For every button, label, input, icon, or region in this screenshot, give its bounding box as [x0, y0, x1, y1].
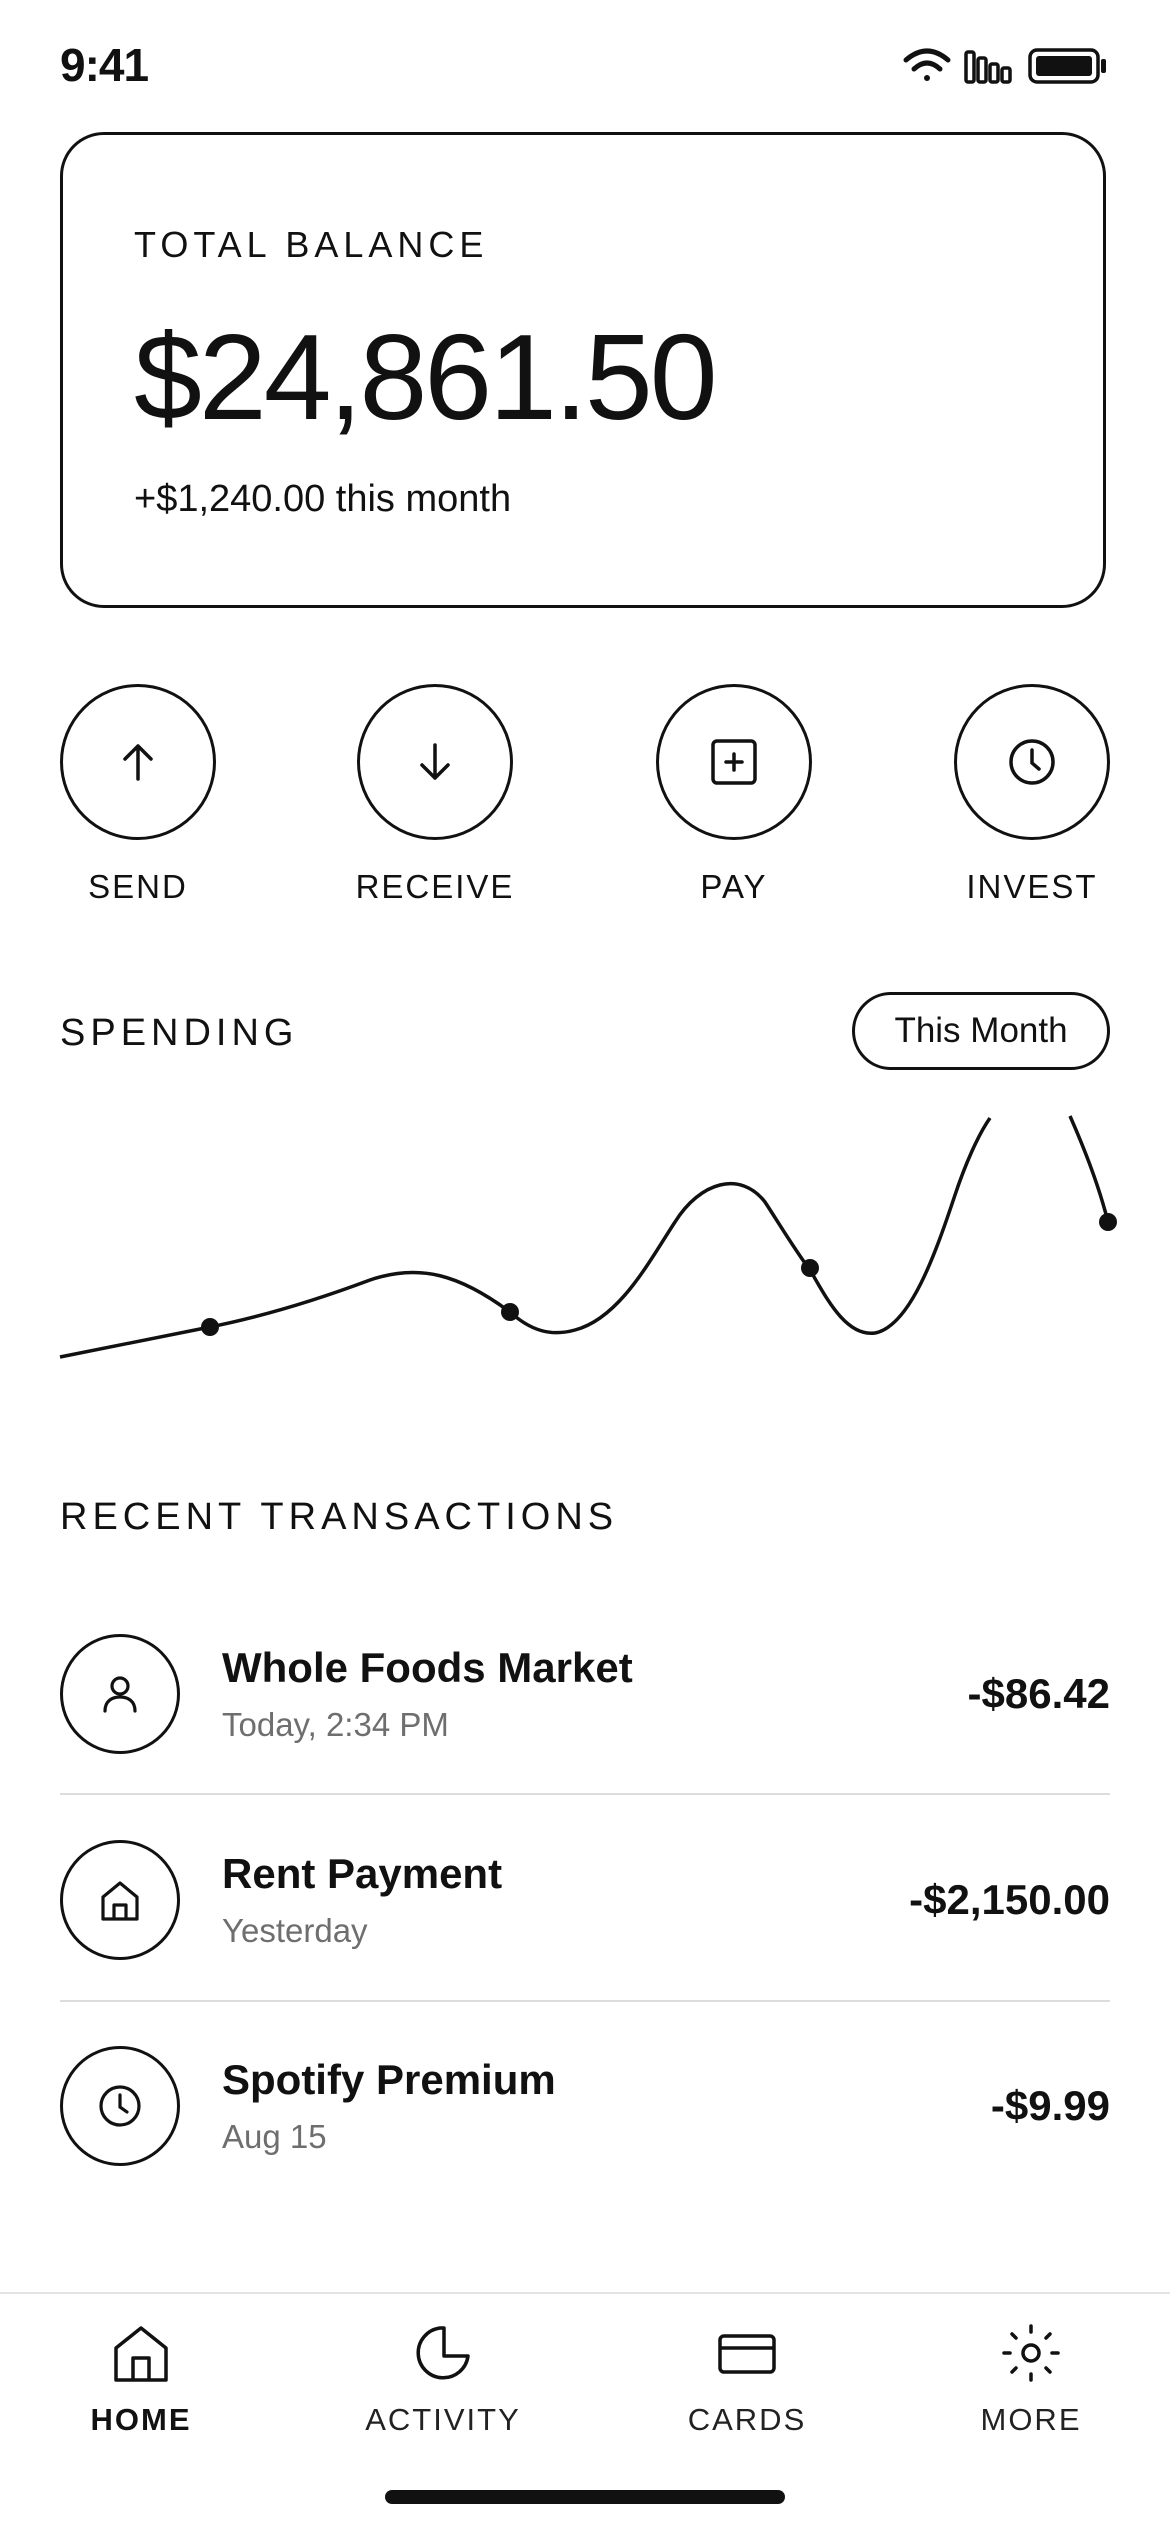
tab-label-activity: ACTIVITY [365, 2402, 521, 2437]
tab-cards[interactable]: CARDS [632, 2322, 862, 2438]
send-label: SEND [88, 868, 188, 905]
pay-label: PAY [700, 868, 768, 905]
home-icon [114, 2326, 168, 2382]
tab-label-home: HOME [90, 2402, 192, 2437]
transaction-time: Aug 15 [222, 2118, 327, 2155]
chart-point [501, 1303, 519, 1321]
clock-icon [99, 2085, 141, 2127]
balance-label: TOTAL BALANCE [134, 224, 489, 265]
home-icon [101, 1881, 139, 1921]
status-icons [903, 48, 1106, 84]
status-time: 9:41 [60, 39, 149, 91]
signal-icon [964, 50, 1012, 84]
chart-point [1099, 1213, 1117, 1231]
activity-icon [416, 2326, 470, 2380]
wifi-icon [903, 48, 951, 81]
spending-chart [59, 1115, 1117, 1359]
chart-point [801, 1259, 819, 1277]
transaction-name[interactable]: Rent Payment [222, 1850, 502, 1898]
period-selector[interactable]: This Month [852, 992, 1110, 1070]
pay-button[interactable] [656, 684, 812, 840]
tab-label-cards: CARDS [687, 2402, 807, 2437]
plus-square-icon [711, 739, 757, 785]
transaction-icon [60, 1634, 180, 1754]
user-icon [103, 1676, 137, 1713]
invest-label: INVEST [966, 868, 1098, 905]
receive-label: RECEIVE [355, 868, 515, 905]
transaction-amount: -$9.99 [990, 2082, 1110, 2129]
transaction-amount: -$2,150.00 [909, 1876, 1110, 1923]
receive-button[interactable] [357, 684, 513, 840]
arrow-up-icon [123, 744, 153, 781]
tab-more[interactable]: MORE [916, 2322, 1146, 2438]
transaction-name[interactable]: Spotify Premium [222, 2056, 556, 2104]
card-icon [718, 2334, 776, 2374]
tab-home[interactable]: HOME [26, 2322, 256, 2438]
chart-point [201, 1318, 219, 1336]
spending-line [59, 1115, 1110, 1359]
balance-amount: $24,861.50 [134, 309, 718, 445]
transaction-time: Today, 2:34 PM [222, 1706, 449, 1743]
home-indicator [385, 2490, 785, 2504]
arrow-down-icon [420, 743, 450, 780]
tabbar-divider [0, 2292, 1170, 2294]
spending-title: SPENDING [60, 1012, 299, 1054]
invest-button[interactable] [954, 684, 1110, 840]
transaction-icon [60, 1840, 180, 1960]
tab-activity[interactable]: ACTIVITY [328, 2322, 558, 2438]
sun-icon [1002, 2324, 1060, 2382]
transactions-title: RECENT TRANSACTIONS [60, 1496, 619, 1538]
transaction-name[interactable]: Whole Foods Market [222, 1644, 633, 1692]
transaction-time: Yesterday [222, 1912, 368, 1949]
battery-icon [1028, 48, 1106, 84]
send-button[interactable] [60, 684, 216, 840]
transaction-icon [60, 2046, 180, 2166]
balance-change: +$1,240.00 this month [134, 478, 512, 520]
transaction-amount: -$86.42 [967, 1670, 1110, 1717]
tab-label-more: MORE [980, 2402, 1082, 2437]
divider [60, 2000, 1110, 2002]
clock-icon [1009, 739, 1055, 785]
divider [60, 1793, 1110, 1795]
